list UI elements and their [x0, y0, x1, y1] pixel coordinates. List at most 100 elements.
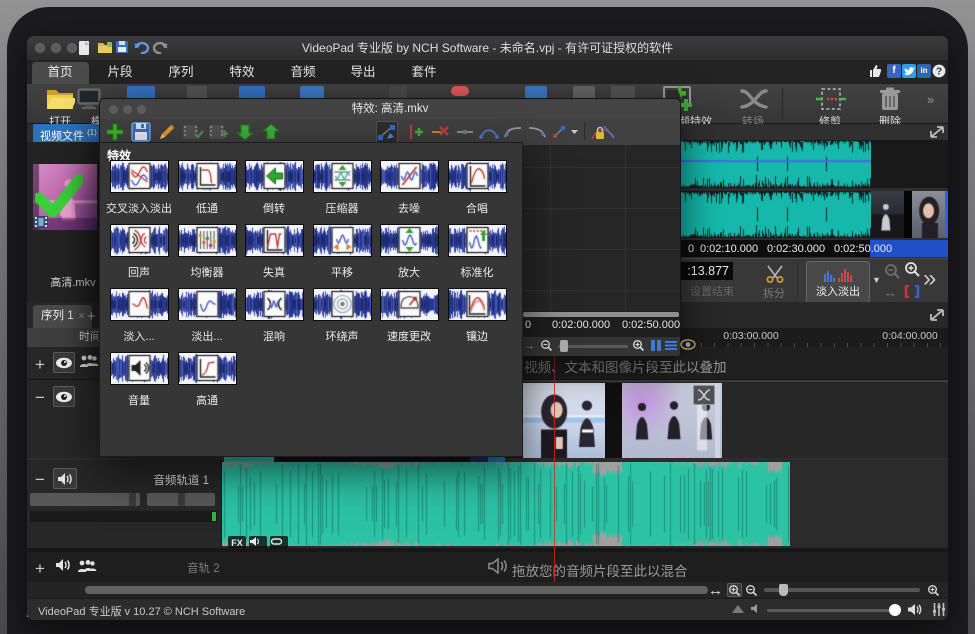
volume-thumb[interactable]: [889, 604, 901, 616]
effect-item[interactable]: 低通: [173, 160, 241, 216]
eye-toggle-icon[interactable]: [53, 352, 75, 373]
ribbon-overflow-chevron[interactable]: »: [927, 92, 934, 107]
sequence-tab[interactable]: 序列 1×: [33, 305, 92, 328]
split-scissors-icon[interactable]: [764, 263, 786, 283]
transition-badge[interactable]: [693, 385, 715, 405]
like-icon[interactable]: [868, 64, 882, 78]
more-controls-chevron[interactable]: »: [923, 265, 933, 293]
linkedin-icon[interactable]: in: [917, 64, 931, 78]
transition-button[interactable]: [739, 88, 769, 110]
mute-speaker-icon[interactable]: [749, 603, 762, 614]
add-sequence-button[interactable]: +: [87, 308, 96, 325]
pan-arrow-icon[interactable]: →: [524, 340, 535, 352]
facebook-icon[interactable]: f: [887, 64, 901, 78]
expand-panel-icon[interactable]: [930, 126, 944, 138]
move-up-button[interactable]: [260, 121, 282, 143]
zoom-in-icon[interactable]: [904, 261, 921, 278]
remove-track-icon[interactable]: −: [35, 388, 45, 408]
effect-item[interactable]: 均衡器: [173, 224, 241, 280]
effect-item[interactable]: 倒转: [240, 160, 308, 216]
effect-item[interactable]: 环绕声: [308, 288, 376, 344]
move-down-button[interactable]: [234, 121, 256, 143]
group-icon[interactable]: [77, 559, 97, 572]
effect-item[interactable]: 淡入...: [105, 288, 173, 344]
tab-effects[interactable]: 特效: [214, 60, 270, 84]
audio-track-2[interactable]: + 音轨 2 拖放您的音频片段至此以混合: [27, 552, 948, 582]
effect-item[interactable]: 速度更改: [375, 288, 443, 344]
eye-toggle-icon[interactable]: [53, 386, 75, 407]
audio-track-1[interactable]: − 音频轨道 1 FX: [27, 460, 948, 548]
twitter-icon[interactable]: [902, 64, 916, 78]
effect-item[interactable]: 混响: [240, 288, 308, 344]
fit-width-icon[interactable]: ↔: [884, 285, 897, 300]
speaker-icon[interactable]: [53, 468, 77, 489]
collapse-arrow-icon[interactable]: [732, 605, 744, 613]
keyframe-add-button[interactable]: [404, 121, 426, 143]
loop-region-icon[interactable]: [904, 285, 920, 298]
remove-track-icon[interactable]: −: [35, 470, 45, 490]
keyframe-delete-button[interactable]: [429, 121, 451, 143]
zoom-slider-thumb[interactable]: [560, 340, 568, 352]
effect-item[interactable]: 去噪: [375, 160, 443, 216]
pan-slider[interactable]: [147, 493, 215, 506]
open-button[interactable]: [45, 86, 75, 112]
media-clip-card[interactable]: 高清.mkv: [33, 164, 97, 230]
dialog-zoom-slider[interactable]: [558, 345, 628, 348]
effect-item[interactable]: 标准化: [443, 224, 511, 280]
save-effect-chain-button[interactable]: [130, 121, 152, 143]
pause-bars-icon[interactable]: [650, 339, 662, 352]
apply-film-button[interactable]: [182, 121, 204, 143]
effect-item[interactable]: 音量: [105, 352, 173, 408]
trim-button[interactable]: [815, 87, 847, 113]
tab-audio[interactable]: 音频: [275, 60, 331, 84]
segment-ease-out-button[interactable]: [526, 121, 548, 143]
zoom-out-icon[interactable]: [744, 583, 759, 597]
delete-button[interactable]: [878, 86, 902, 112]
add-track-icon[interactable]: +: [35, 355, 45, 375]
add-track-icon[interactable]: +: [35, 559, 45, 579]
tab-sequence[interactable]: 序列: [153, 60, 209, 84]
keyframe-move-button[interactable]: [376, 121, 398, 143]
keyframe-lock-button[interactable]: [590, 121, 616, 143]
effect-item[interactable]: 交叉淡入淡出: [105, 160, 173, 216]
segment-curve-button[interactable]: [478, 121, 500, 143]
playhead[interactable]: [554, 356, 555, 582]
effect-item[interactable]: 压缩器: [308, 160, 376, 216]
fit-timeline-icon[interactable]: ↔: [708, 582, 723, 599]
effect-item[interactable]: 淡出...: [173, 288, 241, 344]
effect-item[interactable]: 合唱: [443, 160, 511, 216]
close-sequence-icon[interactable]: ×: [79, 311, 85, 322]
horizontal-scrollbar[interactable]: [85, 586, 708, 594]
keyframe-menu-button[interactable]: [550, 121, 580, 143]
tab-clip[interactable]: 片段: [92, 60, 148, 84]
dialog-title-bar[interactable]: 特效: 高清.mkv: [100, 99, 680, 119]
effect-item[interactable]: 回声: [105, 224, 173, 280]
expand-timeline-icon[interactable]: [930, 309, 944, 321]
volume-slider[interactable]: [30, 493, 140, 506]
tab-home[interactable]: 首页: [32, 60, 88, 84]
effect-item[interactable]: 放大: [375, 224, 443, 280]
group-icon[interactable]: [79, 354, 99, 367]
volume-slider[interactable]: [767, 609, 897, 612]
help-icon[interactable]: ?: [932, 64, 946, 78]
tab-export[interactable]: 导出: [335, 60, 391, 84]
lines-icon[interactable]: [664, 339, 678, 352]
media-tab-video-files[interactable]: 视频文件 (1): [33, 124, 104, 142]
split-button[interactable]: 拆分: [746, 285, 802, 301]
segment-linear-button[interactable]: [454, 121, 476, 143]
zoom-slider-thumb[interactable]: [779, 584, 788, 596]
visualize-eye-icon[interactable]: [680, 339, 696, 350]
effect-item[interactable]: 高通: [173, 352, 241, 408]
effect-item[interactable]: 镶边: [443, 288, 511, 344]
effect-item[interactable]: 失真: [240, 224, 308, 280]
segment-ease-in-button[interactable]: [502, 121, 524, 143]
zoom-out-icon[interactable]: [884, 263, 901, 280]
zoom-in-icon[interactable]: [727, 583, 742, 597]
crossfade-button[interactable]: 淡入淡出: [806, 261, 870, 303]
edit-effect-button[interactable]: [156, 121, 178, 143]
audio-clip[interactable]: FX: [222, 462, 790, 546]
zoom-out-icon[interactable]: [540, 339, 553, 352]
add-film-button[interactable]: [208, 121, 230, 143]
crossfade-dropdown[interactable]: ▼: [872, 275, 881, 285]
set-end-button[interactable]: 设置结束: [684, 283, 740, 299]
